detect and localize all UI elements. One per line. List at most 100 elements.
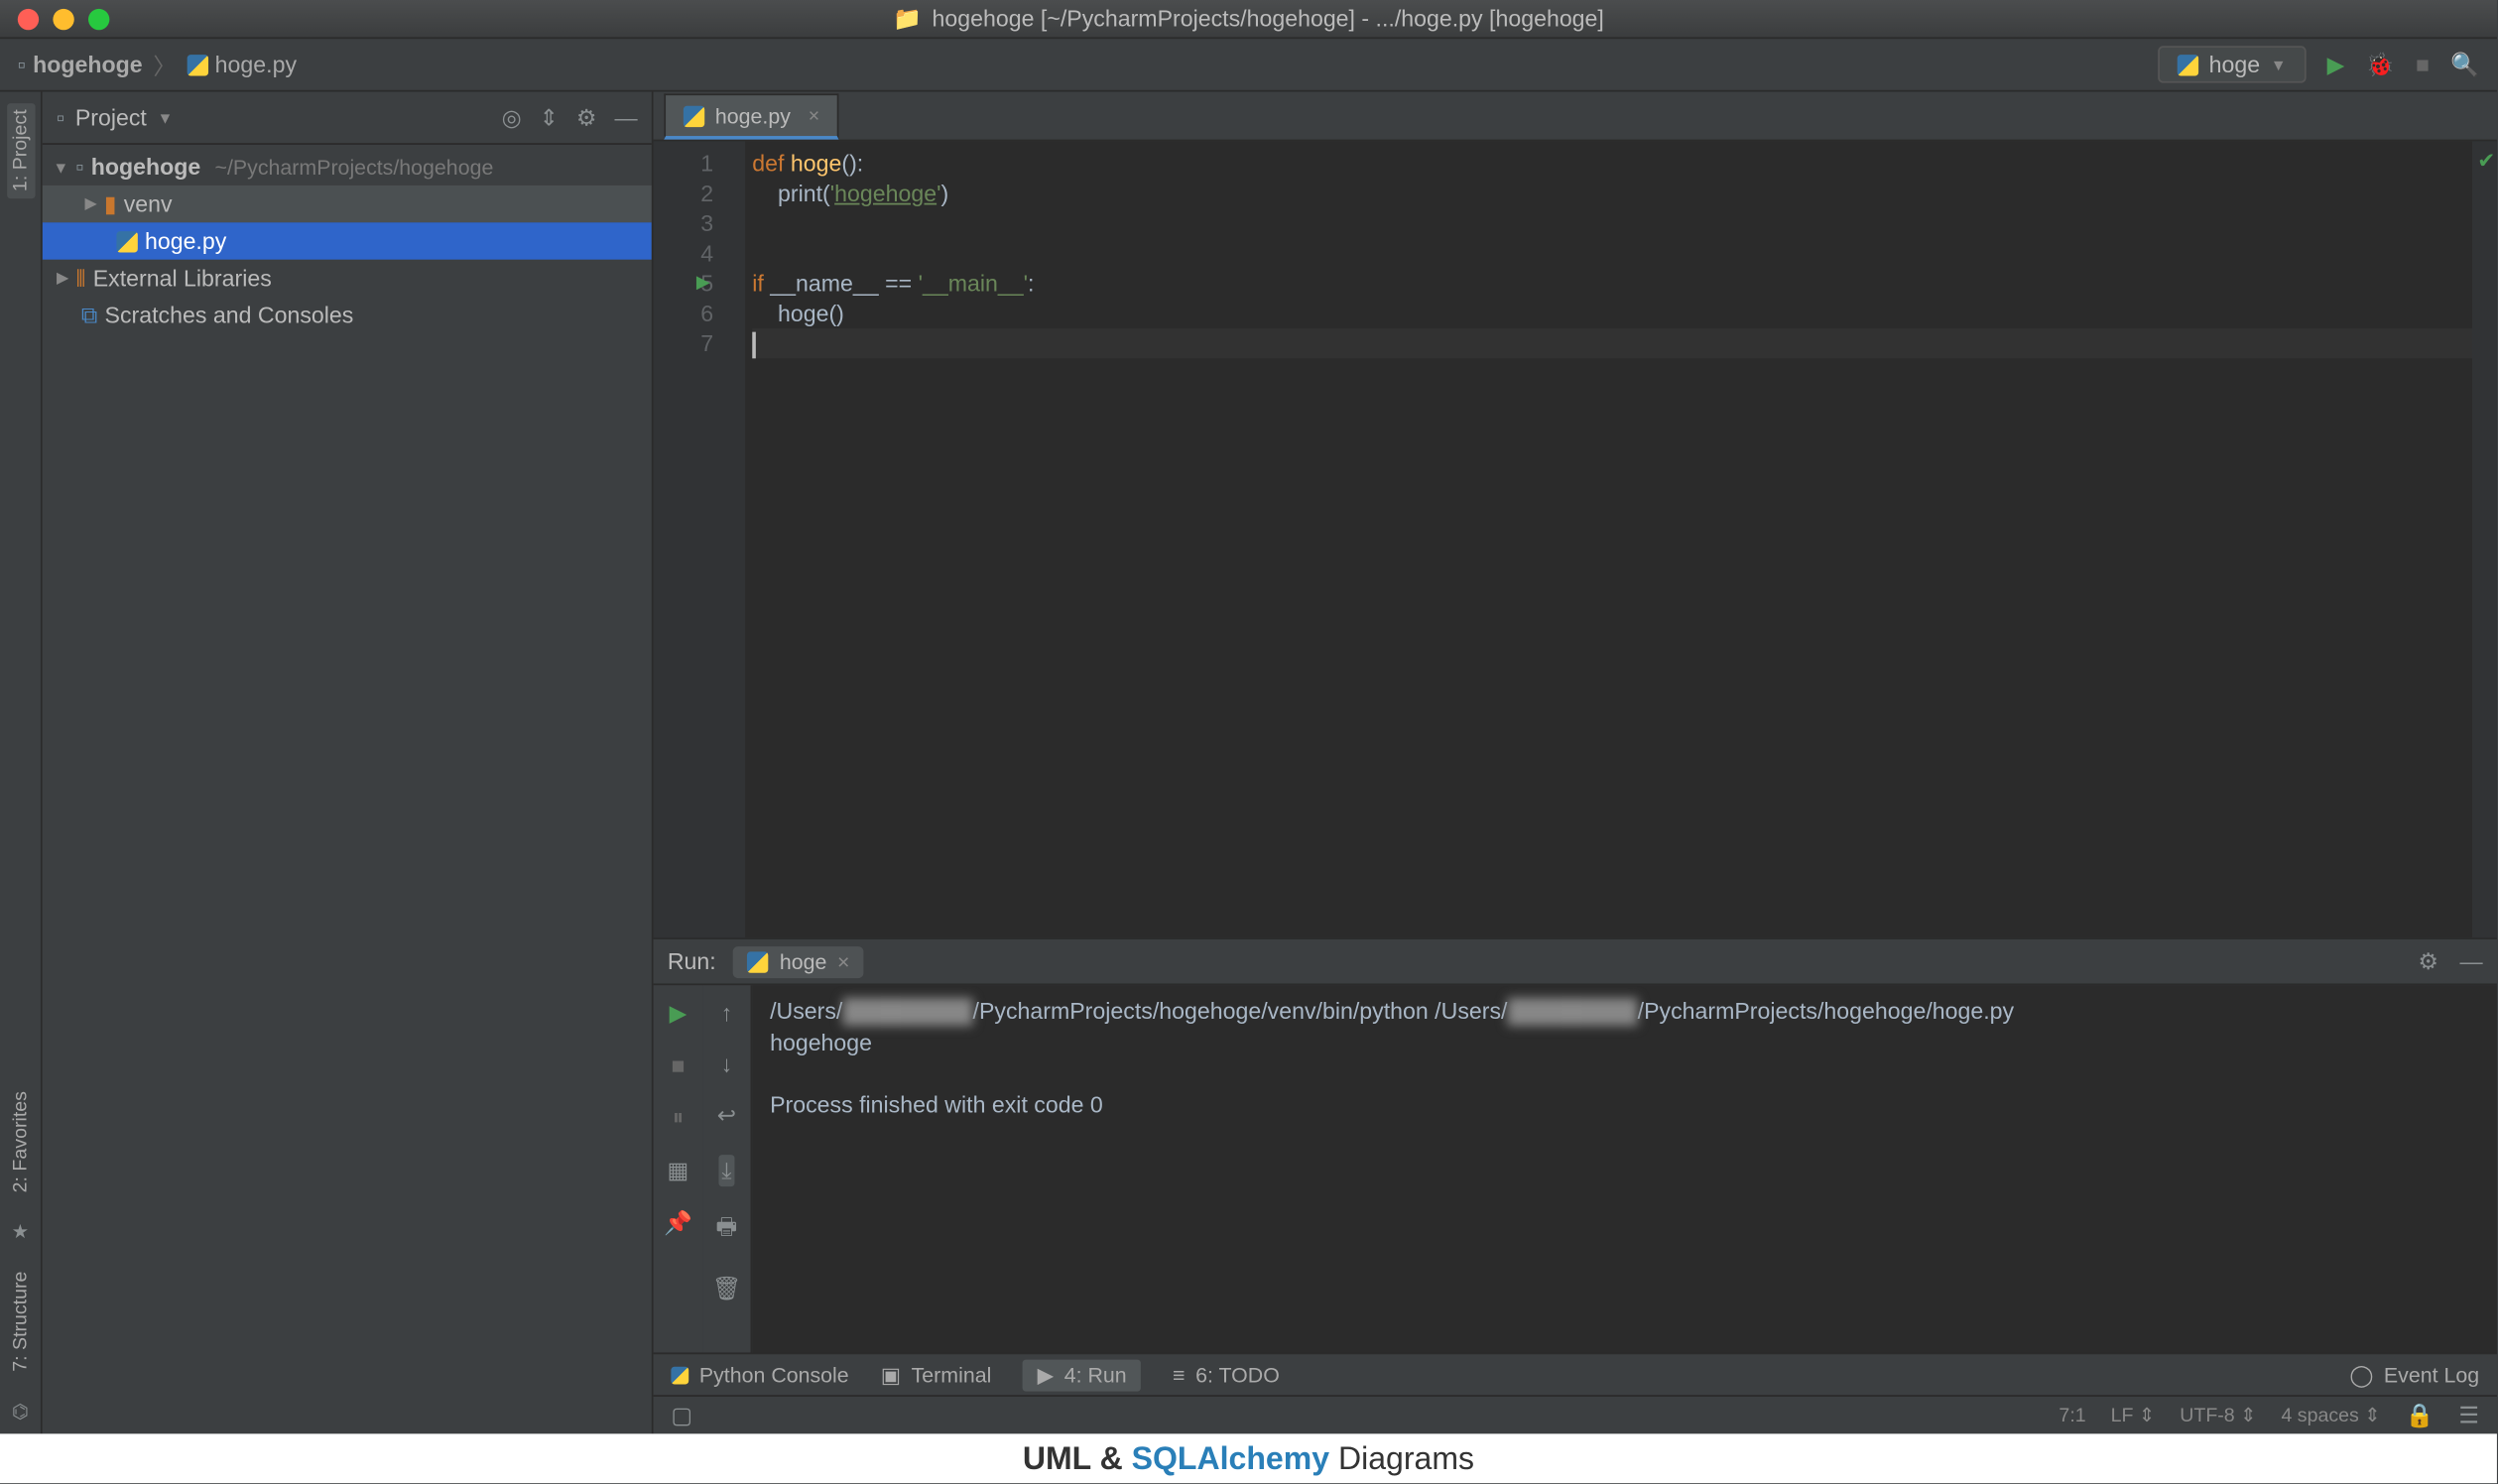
- code-content[interactable]: def hoge(): print('hogehoge') if __name_…: [745, 141, 2472, 937]
- chevron-right-icon: ▶: [84, 194, 96, 214]
- scratches-icon: ⧉: [81, 301, 98, 328]
- breadcrumb-file[interactable]: hoge.py: [187, 52, 297, 78]
- folder-icon: ▮: [104, 189, 117, 217]
- titlebar: 📁 hogehoge [~/PycharmProjects/hogehoge] …: [0, 0, 2497, 39]
- tool-tab-terminal[interactable]: ▣ Terminal: [881, 1362, 992, 1387]
- chevron-down-icon: ▼: [2271, 56, 2287, 73]
- chevron-right-icon: 〉: [153, 48, 176, 81]
- tool-tab-favorites[interactable]: 2: Favorites: [6, 1083, 34, 1199]
- bottom-tool-tabs: Python Console ▣ Terminal ▶ 4: Run ≡ 6: …: [654, 1352, 2497, 1395]
- editor-tabs: hoge.py ×: [654, 92, 2497, 142]
- star-icon: ★: [12, 1220, 30, 1243]
- run-output[interactable]: /Users/████████/PycharmProjects/hogehoge…: [752, 985, 2497, 1352]
- search-icon[interactable]: 🔍: [2450, 51, 2479, 78]
- folder-icon: ▫: [75, 154, 83, 181]
- tree-file-hoge[interactable]: hoge.py: [43, 222, 652, 259]
- indent[interactable]: 4 spaces ⇕: [2281, 1404, 2380, 1426]
- tree-root[interactable]: ▼ ▫ hogehoge ~/PycharmProjects/hogehoge: [43, 149, 652, 186]
- tree-scratches[interactable]: ⧉ Scratches and Consoles: [43, 297, 652, 333]
- run-icon: ▶: [1038, 1362, 1054, 1387]
- run-config-dropdown[interactable]: hoge ▼: [2158, 46, 2306, 82]
- balloon-icon: ◯: [2349, 1362, 2373, 1387]
- footer-ad: UML & SQLAlchemy Diagrams: [0, 1433, 2497, 1483]
- tool-tab-python-console[interactable]: Python Console: [671, 1362, 848, 1387]
- python-icon: [748, 951, 769, 972]
- editor-tab-hoge[interactable]: hoge.py ×: [664, 93, 838, 139]
- line-ending[interactable]: LF ⇕: [2111, 1404, 2156, 1426]
- gear-icon[interactable]: ⚙: [576, 103, 597, 131]
- stop-button[interactable]: ■: [2416, 52, 2430, 78]
- wrap-icon[interactable]: ↩: [717, 1102, 736, 1130]
- tree-venv[interactable]: ▶ ▮ venv: [43, 186, 652, 222]
- python-icon: [684, 105, 704, 126]
- window-title: hogehoge [~/PycharmProjects/hogehoge] - …: [933, 5, 1604, 32]
- tool-tab-run[interactable]: ▶ 4: Run: [1023, 1359, 1141, 1391]
- line-gutter: 1 2 3 4 5▶ 6 7: [654, 141, 746, 937]
- folder-icon: 📁: [893, 4, 922, 32]
- chevron-down-icon: ▼: [53, 158, 68, 176]
- maximize-window-button[interactable]: [88, 8, 109, 29]
- run-panel-label: Run:: [668, 948, 716, 975]
- project-sidebar: ▫ Project ▼ ◎ ⇕ ⚙ — ▼ ▫ hogehoge ~/Pycha…: [43, 92, 654, 1434]
- debug-button[interactable]: 🐞: [2366, 51, 2395, 78]
- project-view-label[interactable]: Project: [75, 104, 147, 131]
- print-icon[interactable]: 🖶: [716, 1211, 738, 1250]
- terminal-icon: ▣: [881, 1362, 901, 1387]
- run-panel: Run: hoge × ⚙ — ▶ ■: [654, 937, 2497, 1352]
- up-icon[interactable]: ↑: [721, 999, 733, 1026]
- breadcrumb: ▫ hogehoge 〉 hoge.py: [18, 48, 297, 81]
- hide-icon[interactable]: —: [2460, 947, 2483, 975]
- tool-tab-todo[interactable]: ≡ 6: TODO: [1173, 1362, 1280, 1387]
- close-icon[interactable]: ×: [837, 949, 849, 974]
- editor-area: hoge.py × 1 2 3 4 5▶ 6 7 def hoge(): pri…: [654, 92, 2497, 1434]
- structure-icon: ⌬: [12, 1401, 29, 1423]
- checkmark-icon[interactable]: ✔: [2477, 149, 2495, 174]
- run-tab-hoge[interactable]: hoge ×: [734, 945, 864, 977]
- python-icon: [116, 230, 137, 251]
- run-button[interactable]: ▶: [2327, 51, 2345, 78]
- list-icon: ≡: [1173, 1362, 1185, 1387]
- target-icon[interactable]: ◎: [502, 103, 522, 131]
- left-tool-tabs: 1: Project 2: Favorites ★ 7: Structure ⌬: [0, 92, 43, 1434]
- run-gutter-icon[interactable]: ▶: [696, 269, 710, 299]
- down-icon[interactable]: ↓: [721, 1051, 733, 1077]
- status-left-icon[interactable]: ▢: [671, 1401, 692, 1428]
- run-tool-column-2: ↑ ↓ ↩ ⤓ 🖶 🗑: [702, 985, 752, 1352]
- trash-icon[interactable]: 🗑: [712, 1275, 741, 1302]
- tool-tab-structure[interactable]: 7: Structure: [6, 1265, 34, 1379]
- close-window-button[interactable]: [18, 8, 39, 29]
- project-tree: ▼ ▫ hogehoge ~/PycharmProjects/hogehoge …: [43, 145, 652, 1433]
- folder-icon: ▫: [18, 52, 26, 78]
- project-view-icon: ▫: [57, 104, 64, 131]
- tree-external-libraries[interactable]: ▶ ⦀ External Libraries: [43, 260, 652, 297]
- code-editor[interactable]: 1 2 3 4 5▶ 6 7 def hoge(): print('hogeho…: [654, 141, 2497, 937]
- hector-icon[interactable]: ☰: [2458, 1401, 2479, 1428]
- lock-icon[interactable]: 🔒: [2406, 1401, 2435, 1428]
- cursor-position[interactable]: 7:1: [2059, 1405, 2085, 1425]
- event-log-button[interactable]: ◯ Event Log: [2349, 1362, 2479, 1387]
- rerun-button[interactable]: ▶: [670, 999, 687, 1027]
- python-icon: [671, 1366, 688, 1384]
- chevron-right-icon: ▶: [57, 269, 68, 289]
- python-icon: [187, 54, 207, 74]
- breadcrumb-project[interactable]: ▫ hogehoge: [18, 52, 143, 78]
- scroll-icon[interactable]: ⤓: [718, 1155, 735, 1186]
- gear-icon[interactable]: ⚙: [2418, 947, 2438, 975]
- hide-icon[interactable]: —: [614, 104, 637, 131]
- chevron-down-icon[interactable]: ▼: [158, 108, 174, 126]
- close-icon[interactable]: ×: [809, 105, 819, 126]
- run-tool-column-1: ▶ ■ ⏸ ▦ 📌: [654, 985, 703, 1352]
- tool-tab-project[interactable]: 1: Project: [6, 102, 34, 198]
- encoding[interactable]: UTF-8 ⇕: [2180, 1404, 2256, 1426]
- stop-button[interactable]: ■: [672, 1052, 686, 1079]
- pause-button[interactable]: ⏸: [673, 1104, 685, 1132]
- status-bar: ▢ 7:1 LF ⇕ UTF-8 ⇕ 4 spaces ⇕ 🔒 ☰: [654, 1395, 2497, 1433]
- editor-right-gutter: ✔: [2472, 141, 2497, 937]
- toolbar: ▫ hogehoge 〉 hoge.py hoge ▼ ▶ 🐞 ■ 🔍: [0, 39, 2497, 91]
- library-icon: ⦀: [75, 264, 85, 292]
- python-icon: [2178, 54, 2198, 74]
- pin-button[interactable]: 📌: [664, 1209, 692, 1237]
- minimize-window-button[interactable]: [53, 8, 73, 29]
- collapse-icon[interactable]: ⇕: [540, 103, 559, 131]
- layout-button[interactable]: ▦: [668, 1157, 689, 1184]
